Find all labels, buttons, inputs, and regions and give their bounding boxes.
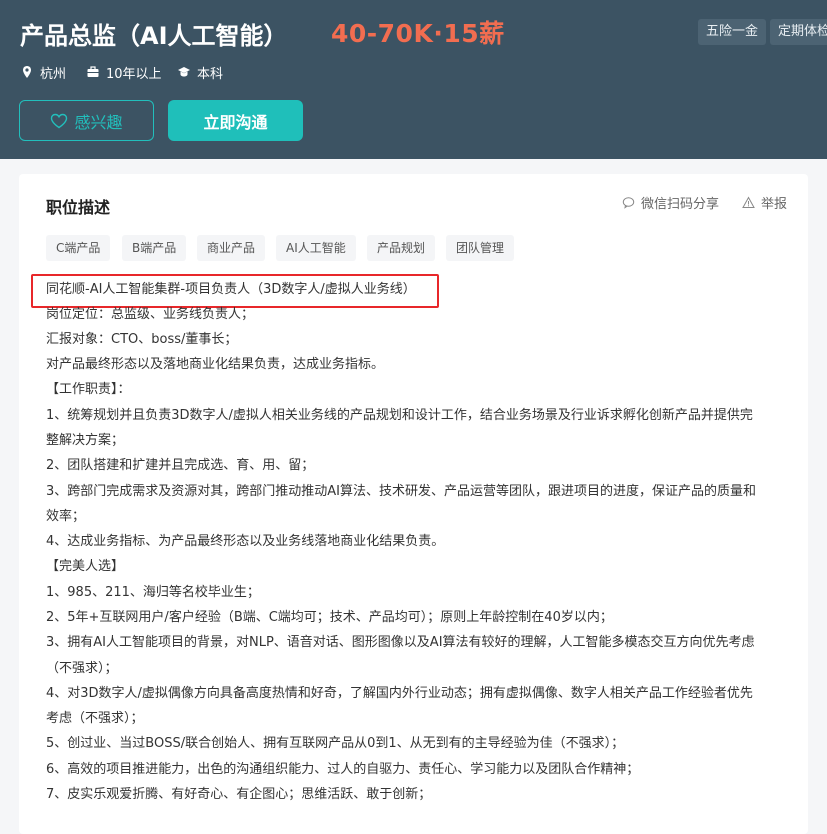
description-line: 整解决方案； — [46, 433, 125, 448]
wechat-share-link[interactable]: 微信扫码分享 — [622, 193, 719, 212]
description-line: 【完美人选】 — [46, 559, 125, 574]
description-line: 汇报对象：CTO、boss/董事长； — [46, 332, 238, 347]
meta-education-label: 本科 — [197, 66, 224, 82]
description-line: 7、皮实乐观爱折腾、有好奇心、有企图心；思维活跃、敢于创新； — [46, 787, 432, 802]
warning-icon — [742, 196, 755, 209]
description-line: 5、创过业、当过BOSS/联合创始人、拥有互联网产品从0到1、从无到有的主导经验… — [46, 736, 625, 751]
chat-now-button[interactable]: 立即沟通 — [168, 100, 303, 141]
meta-city: 杭州 — [20, 62, 66, 82]
skill-tag: 团队管理 — [446, 235, 515, 261]
wechat-icon — [622, 196, 635, 209]
description-line: 同花顺-AI人工智能集群-项目负责人（3D数字人/虚拟人业务线） — [46, 282, 416, 297]
graduation-cap-icon — [177, 65, 191, 79]
description-line: （不强求）； — [46, 661, 118, 676]
salary: 40-70K·15薪 — [331, 19, 505, 48]
wechat-share-label: 微信扫码分享 — [641, 197, 720, 212]
description-line: 对产品最终形态以及落地商业化结果负责，达成业务指标。 — [46, 357, 385, 372]
job-description-card: 职位描述 微信扫码分享 举报 C端产品 B端产品 商业产品 AI人工智能 产品规… — [19, 174, 808, 834]
description-line: 4、对3D数字人/虚拟偶像方向具备高度热情和好奇，了解国内外行业动态；拥有虚拟偶… — [46, 686, 753, 701]
meta-city-label: 杭州 — [40, 66, 67, 82]
description-line: 3、跨部门完成需求及资源对其，跨部门推动推动AI算法、技术研发、产品运营等团队，… — [46, 484, 756, 499]
interest-button[interactable]: 感兴趣 — [19, 100, 154, 141]
skill-tag: 产品规划 — [367, 235, 436, 261]
heart-icon — [50, 112, 68, 130]
description-line: 1、985、211、海归等名校毕业生； — [46, 585, 260, 600]
description-line: 考虑（不强求）； — [46, 711, 144, 726]
description-line: 3、拥有AI人工智能项目的背景，对NLP、语音对话、图形图像以及AI算法有较好的… — [46, 635, 755, 650]
location-pin-icon — [20, 65, 34, 79]
description-line: 【工作职责】： — [46, 382, 131, 397]
skill-tag: B端产品 — [122, 235, 187, 261]
section-title: 职位描述 — [46, 198, 111, 217]
description-line: 4、达成业务指标、为产品最终形态以及业务线落地商业化结果负责。 — [46, 534, 445, 549]
description-line: 6、高效的项目推进能力，出色的沟通组织能力、过人的自驱力、责任心、学习能力以及团… — [46, 762, 640, 777]
benefit-tag: 定期体检 — [770, 19, 827, 45]
briefcase-icon — [86, 65, 100, 79]
description-line: 岗位定位：总监级、业务线负责人； — [46, 307, 255, 322]
description-line: 效率； — [46, 509, 86, 524]
meta-experience-label: 10年以上 — [106, 66, 162, 82]
interest-button-label: 感兴趣 — [74, 112, 123, 132]
skill-tag: C端产品 — [46, 235, 111, 261]
job-header: 产品总监（AI人工智能） 40-70K·15薪 五险一金 定期体检 杭州 10年… — [0, 0, 827, 159]
report-link[interactable]: 举报 — [742, 193, 787, 212]
description-line: 1、统筹规划并且负责3D数字人/虚拟人相关业务线的产品规划和设计工作，结合业务场… — [46, 408, 753, 423]
meta-experience: 10年以上 — [86, 62, 162, 82]
description-line: 2、5年+互联网用户/客户经验（B端、C端均可；技术、产品均可）；原则上年龄控制… — [46, 610, 613, 625]
skill-tag: AI人工智能 — [276, 235, 356, 261]
skill-tag: 商业产品 — [197, 235, 266, 261]
meta-education: 本科 — [177, 62, 223, 82]
benefit-tag: 五险一金 — [698, 19, 767, 45]
report-label: 举报 — [761, 197, 788, 212]
description-line: 2、团队搭建和扩建并且完成选、育、用、留； — [46, 458, 315, 473]
job-title: 产品总监（AI人工智能） — [20, 22, 288, 50]
